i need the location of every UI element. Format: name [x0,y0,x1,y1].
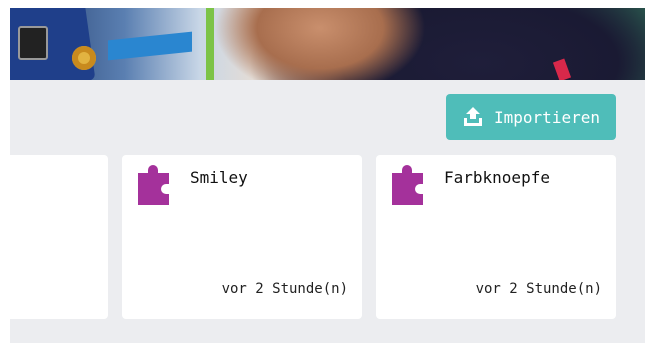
upload-icon [464,107,483,126]
project-title: Farbknoepfe [444,168,550,187]
project-title: Smiley [190,168,248,187]
project-card-partial[interactable] [0,155,108,319]
puzzle-icon [392,165,423,205]
project-card[interactable]: Smiley vor 2 Stunde(n) [122,155,362,319]
projects-area: Importieren Smiley vor 2 Stunde(n) Farbk… [0,80,645,343]
chip-graphic [18,26,48,60]
import-button[interactable]: Importieren [446,94,616,140]
import-button-label: Importieren [494,107,600,127]
red-detail-graphic [552,58,572,80]
connector-ring-graphic [72,46,96,70]
green-cable-graphic [206,8,214,80]
project-modified-time: vor 2 Stunde(n) [475,281,602,297]
project-modified-time: vor 2 Stunde(n) [221,281,348,297]
blue-stripe-graphic [108,31,192,61]
puzzle-icon [138,165,169,205]
project-card[interactable]: Farbknoepfe vor 2 Stunde(n) [376,155,616,319]
app-frame: Importieren Smiley vor 2 Stunde(n) Farbk… [0,0,645,343]
header-banner-image [10,8,645,80]
